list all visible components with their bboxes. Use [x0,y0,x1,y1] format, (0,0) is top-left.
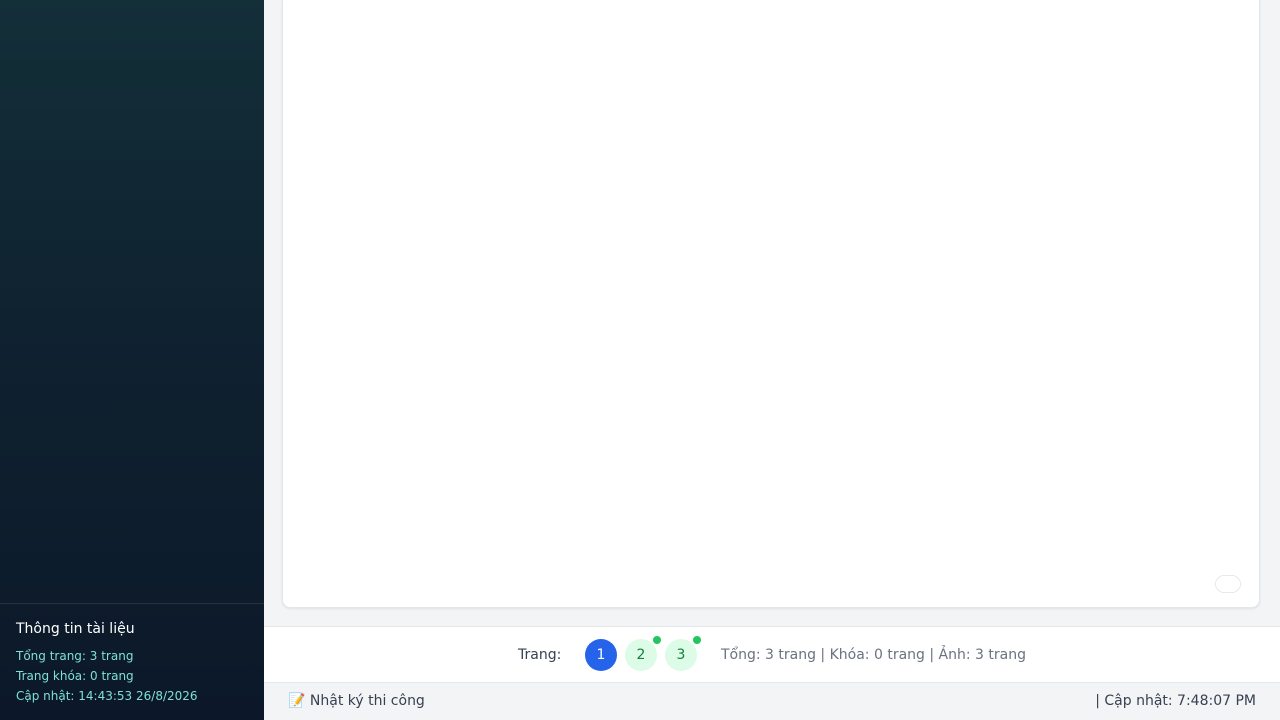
pagination-summary: Tổng: 3 trang | Khóa: 0 trang | Ảnh: 3 t… [721,647,1026,663]
document-info-panel: Thông tin tài liệu Tổng trang: 3 trang T… [0,603,264,720]
total-pages-info: Tổng trang: 3 trang [16,649,134,663]
status-updated-time: | Cập nhật: 7:48:07 PM [1095,693,1256,709]
page-button-3[interactable]: 3 [665,636,701,671]
status-title: Nhật ký thi công [309,693,425,709]
page-button-label: 3 [676,647,686,663]
main-area: Trang: 1 2 3 Tổng: 3 trang | Khóa: 0 tra… [264,0,1280,720]
memo-icon: 📝 [288,693,306,709]
page-button-2[interactable]: 2 [625,636,661,671]
app-window: Thông tin tài liệu Tổng trang: 3 trang T… [0,0,1280,720]
updated-info: Cập nhật: 14:43:53 26/8/2026 [16,689,198,703]
document-viewer [264,0,1280,626]
pagination-bar: Trang: 1 2 3 Tổng: 3 trang | Khóa: 0 tra… [264,626,1280,683]
sidebar: Thông tin tài liệu Tổng trang: 3 trang T… [0,0,264,720]
status-left: 📝 Nhật ký thi công [288,692,425,710]
status-bar: 📝 Nhật ký thi công | Cập nhật: 7:48:07 P… [264,683,1280,720]
locked-pages-info: Trang khóa: 0 trang [16,669,134,683]
page-image-indicator [693,636,701,644]
page-toggle-button[interactable] [1215,575,1241,593]
page-button-label: 1 [596,647,606,663]
pagination-label: Trang: [518,647,562,663]
page-button-label: 2 [636,647,646,663]
page-button-1[interactable]: 1 [585,639,617,671]
page-image-indicator [653,636,661,644]
document-page[interactable] [282,0,1260,608]
document-info-title: Thông tin tài liệu [16,621,135,637]
